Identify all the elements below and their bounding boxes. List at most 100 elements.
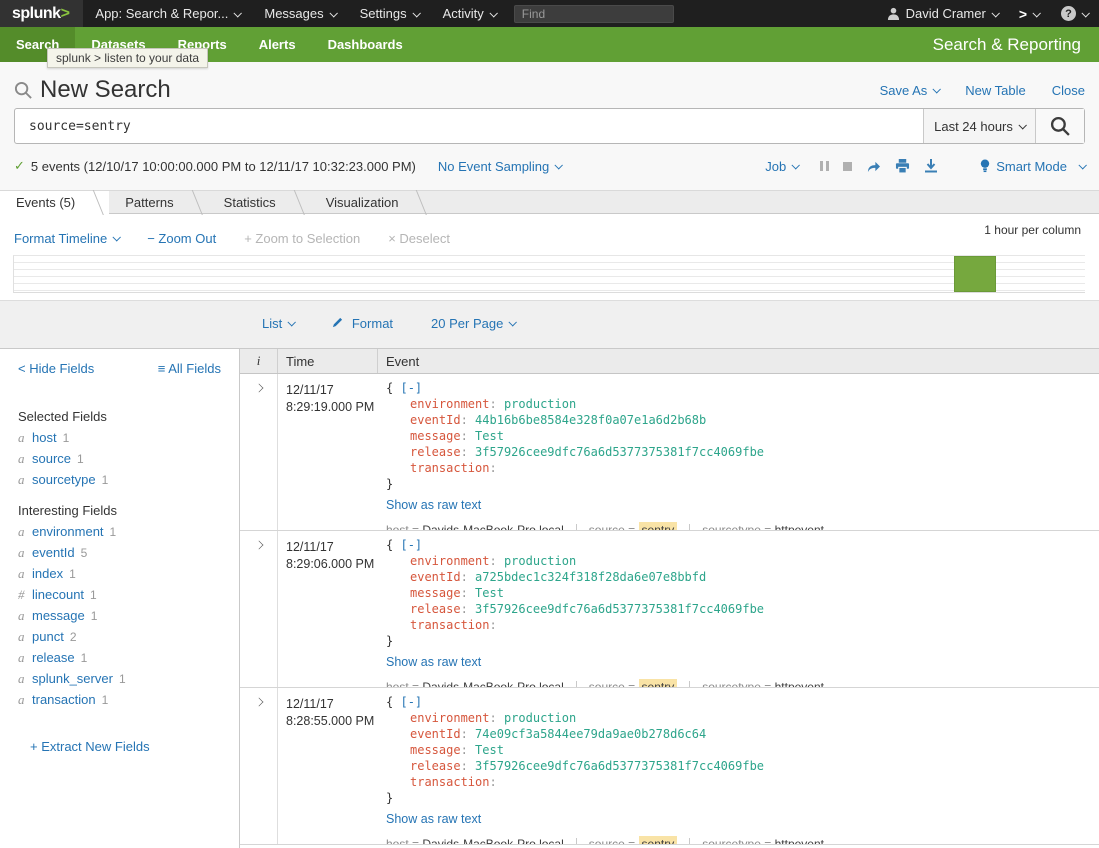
format-results-menu[interactable]: Format [332,316,393,331]
app-menu[interactable]: App: Search & Repor... [83,0,252,27]
field-item-host[interactable]: ahost1 [18,431,221,445]
event-meta: host = Davids-MacBook-Pro.local source =… [386,523,1099,531]
meta-host-value[interactable]: Davids-MacBook-Pro.local [422,837,563,845]
chevron-down-icon [933,85,941,93]
tab-visualization[interactable]: Visualization [310,191,433,213]
results-content: List Format 20 Per Page < Hide Fields ≡ … [0,301,1099,848]
show-raw-text-link[interactable]: Show as raw text [386,498,481,512]
results-summary: 5 events (12/10/17 10:00:00.000 PM to 12… [31,159,416,174]
app-title: Search & Reporting [933,27,1081,62]
tab-events[interactable]: Events (5) [0,191,109,214]
zoom-out-button[interactable]: − Zoom Out [147,231,216,246]
close-link[interactable]: Close [1052,83,1085,98]
deselect-button[interactable]: × Deselect [388,231,450,246]
settings-menu[interactable]: Settings [348,0,431,27]
field-item-eventid[interactable]: aeventId5 [18,546,221,560]
logo-chevron: > [61,5,70,22]
download-icon[interactable] [924,159,938,173]
meta-source-value[interactable]: sentry [639,679,678,688]
chevron-down-icon [412,9,420,17]
chevron-down-icon [1018,121,1026,129]
fields-sidebar: < Hide Fields ≡ All Fields Selected Fiel… [0,348,240,848]
show-raw-text-link[interactable]: Show as raw text [386,655,481,669]
field-item-splunk-server[interactable]: asplunk_server1 [18,672,221,686]
event-json: { [-] environment: production eventId: 4… [386,380,1099,492]
event-json: { [-] environment: production eventId: 7… [386,694,1099,806]
activity-arrow-menu[interactable]: > [1008,6,1050,22]
meta-host-value[interactable]: Davids-MacBook-Pro.local [422,523,563,531]
messages-menu[interactable]: Messages [252,0,347,27]
selected-fields-title: Selected Fields [18,409,221,424]
search-icon [14,81,33,100]
chevron-down-icon [113,233,121,241]
splunk-logo[interactable]: splunk> [0,0,83,27]
meta-host-value[interactable]: Davids-MacBook-Pro.local [422,680,563,688]
chevron-down-icon [1078,161,1086,169]
column-header-event: Event [378,354,1099,369]
new-table-link[interactable]: New Table [965,83,1025,98]
search-header: New Search Save As New Table Close Last … [0,62,1099,190]
timeline-scale-label: 1 hour per column [984,223,1081,237]
field-item-source[interactable]: asource1 [18,452,221,466]
event-row: 12/11/17 8:28:55.000 PM { [-] environmen… [240,688,1099,845]
stop-icon[interactable] [843,162,852,171]
event-meta: host = Davids-MacBook-Pro.local source =… [386,680,1099,688]
per-page-menu[interactable]: 20 Per Page [431,316,515,331]
nav-item-dashboards[interactable]: Dashboards [312,27,419,62]
meta-source-value[interactable]: sentry [639,836,678,845]
event-row: 12/11/17 8:29:06.000 PM { [-] environmen… [240,531,1099,688]
json-collapse-toggle[interactable]: [-] [400,381,422,395]
find-input[interactable] [514,5,674,23]
job-menu[interactable]: Job [765,159,798,174]
chevron-down-icon [792,161,800,169]
field-item-transaction[interactable]: atransaction1 [18,693,221,707]
field-item-index[interactable]: aindex1 [18,567,221,581]
show-raw-text-link[interactable]: Show as raw text [386,812,481,826]
nav-item-alerts[interactable]: Alerts [243,27,312,62]
list-icon: ≡ [158,361,166,376]
help-menu[interactable]: ? [1050,6,1099,21]
event-json: { [-] environment: production eventId: a… [386,537,1099,649]
meta-sourcetype-value[interactable]: httpevent [775,680,824,688]
expand-chevron-icon[interactable] [254,541,263,550]
all-fields-link[interactable]: ≡ All Fields [158,361,221,376]
field-item-environment[interactable]: aenvironment1 [18,525,221,539]
chevron-down-icon [234,9,242,17]
format-timeline-menu[interactable]: Format Timeline [14,231,119,246]
search-query-input[interactable] [15,109,923,143]
page-title: New Search [14,76,171,104]
event-sampling-menu[interactable]: No Event Sampling [438,159,561,174]
user-menu[interactable]: David Cramer [877,6,1008,21]
field-item-punct[interactable]: apunct2 [18,630,221,644]
tab-patterns[interactable]: Patterns [109,191,207,213]
time-range-picker[interactable]: Last 24 hours [923,109,1035,143]
field-item-message[interactable]: amessage1 [18,609,221,623]
print-icon[interactable] [895,159,910,173]
splunk-window: splunk> App: Search & Repor... Messages … [0,0,1099,848]
meta-sourcetype-value[interactable]: httpevent [775,523,824,531]
json-collapse-toggle[interactable]: [-] [400,538,422,552]
interesting-fields-title: Interesting Fields [18,503,221,518]
tab-statistics[interactable]: Statistics [208,191,310,213]
chevron-down-icon [489,9,497,17]
search-mode-menu[interactable]: Smart Mode [980,159,1085,174]
list-view-menu[interactable]: List [262,316,294,331]
search-button[interactable] [1035,109,1084,143]
expand-chevron-icon[interactable] [254,384,263,393]
json-collapse-toggle[interactable]: [-] [400,695,422,709]
hide-fields-link[interactable]: < Hide Fields [18,361,94,376]
zoom-to-selection-button[interactable]: + Zoom to Selection [244,231,360,246]
extract-new-fields-link[interactable]: + Extract New Fields [30,739,150,754]
timeline-chart[interactable] [13,255,1085,293]
field-item-release[interactable]: arelease1 [18,651,221,665]
save-as-menu[interactable]: Save As [880,83,940,98]
field-item-linecount[interactable]: #linecount1 [18,588,221,602]
pause-icon[interactable] [820,161,829,171]
expand-chevron-icon[interactable] [254,698,263,707]
activity-menu[interactable]: Activity [431,0,508,27]
field-item-sourcetype[interactable]: asourcetype1 [18,473,221,487]
meta-sourcetype-value[interactable]: httpevent [775,837,824,845]
meta-source-value[interactable]: sentry [639,522,678,531]
timeline-event-bar[interactable] [954,256,996,292]
share-icon[interactable] [866,160,881,173]
